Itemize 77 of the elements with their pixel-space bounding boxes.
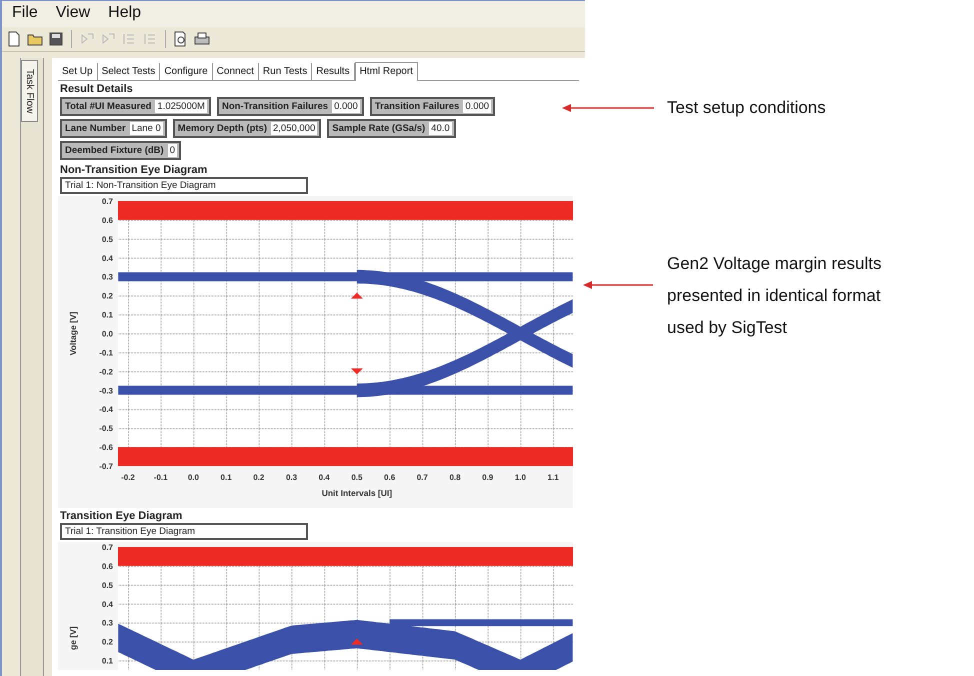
field-label: Lane Number (65, 123, 126, 134)
section-title: Transition Eye Diagram (60, 510, 182, 522)
axis-tick-label: 0.0 (188, 473, 199, 482)
field-value: 1.025000M (155, 100, 207, 113)
axis-tick-label: 0.7 (102, 543, 113, 552)
pointer-arrow (583, 280, 653, 290)
axis-tick-label: 1.0 (514, 473, 526, 482)
axis-tick-label: 0.3 (286, 473, 298, 482)
axis-tick-label: 0.3 (102, 272, 113, 282)
save-icon[interactable] (48, 31, 64, 47)
axis-tick-label: 0.8 (449, 473, 461, 482)
axis-tick-label: -0.1 (154, 473, 168, 482)
axis-tick-label: 0.5 (102, 234, 113, 244)
printer-icon[interactable] (194, 31, 210, 47)
axis-tick-label: 0.2 (102, 292, 113, 301)
menu-item[interactable]: View (56, 4, 90, 27)
triangle-marker (350, 638, 363, 645)
triangle-marker (350, 292, 363, 299)
field-label: Memory Depth (pts) (178, 123, 267, 134)
axis-tick-label: 0.4 (102, 600, 113, 609)
field-value: 0.000 (332, 100, 360, 113)
axis-tick-label: -0.1 (99, 348, 113, 358)
axis-tick-label: 0.6 (102, 562, 113, 571)
section-title: Non-Transition Eye Diagram (60, 164, 208, 176)
axis-tick-label: -0.7 (99, 462, 113, 472)
field-value: 2,050,000 (270, 122, 318, 135)
axis-tick-label: 0.5 (102, 580, 113, 590)
tab[interactable]: Configure (160, 63, 213, 80)
axis-tick-label: 0.4 (318, 473, 330, 482)
axis-tick-label: 0.6 (102, 216, 113, 225)
section-title: Result Details (60, 83, 133, 95)
menu-item[interactable]: File (12, 4, 38, 27)
trial-label: Trial 1: Transition Eye Diagram (60, 523, 308, 540)
axis-tick-label: 0.1 (102, 656, 113, 666)
tab[interactable]: Connect (212, 63, 259, 80)
field-label: Non-Transition Failures (222, 101, 328, 112)
axis-tick-label: 0.2 (102, 638, 113, 647)
axis-tick-label: -0.6 (99, 443, 113, 452)
new-file-icon[interactable] (6, 31, 22, 47)
axis-title: Unit Intervals [UI] (322, 488, 392, 498)
axis-tick-label: -0.4 (99, 405, 113, 414)
field-label: Deembed Fixture (dB) (65, 145, 164, 156)
field-label: Sample Rate (GSa/s) (332, 123, 426, 134)
tab[interactable]: Select Tests (98, 63, 160, 80)
axis-tick-label: 1.1 (548, 473, 559, 482)
field-label: Total #UI Measured (65, 101, 152, 112)
axis-tick-label: -0.2 (99, 367, 113, 376)
axis-title: Voltage [V] (68, 312, 78, 356)
field-value: Lane 0 (130, 122, 163, 135)
axis-tick-label: -0.5 (99, 424, 113, 434)
axis-tick-label: 0.5 (351, 473, 362, 482)
axis-title: ge [V] (68, 626, 78, 650)
tab[interactable]: Set Up (58, 63, 98, 80)
field-label: Transition Failures (374, 101, 460, 112)
axis-tick-label: 0.9 (482, 473, 494, 482)
field-value: 0.000 (463, 100, 492, 113)
axis-tick-label: 0.7 (416, 473, 428, 482)
axis-tick-label: 0.3 (102, 618, 113, 628)
tab[interactable]: Html Report (354, 62, 418, 81)
field-value: 0 (168, 144, 178, 157)
axis-tick-label: 0.0 (102, 330, 113, 338)
annotation-text: Test setup conditions (667, 97, 826, 119)
axis-tick-label: 0.2 (253, 473, 264, 482)
axis-tick-label: -0.2 (121, 473, 135, 482)
trial-label: Trial 1: Non-Transition Eye Diagram (60, 177, 308, 194)
axis-tick-label: 0.1 (102, 310, 113, 320)
side-tab[interactable]: Task Flow (21, 60, 38, 122)
axis-tick-label: 0.4 (102, 254, 113, 263)
tab[interactable]: Run Tests (258, 63, 312, 80)
axis-tick-label: 0.7 (102, 197, 113, 206)
field-value: 40.0 (429, 122, 452, 135)
menu-item[interactable]: Help (108, 4, 142, 27)
axis-tick-label: 0.6 (384, 473, 396, 482)
axis-tick-label: 0.1 (220, 473, 232, 482)
axis-tick-label: -0.3 (99, 386, 113, 396)
triangle-marker (350, 368, 363, 374)
annotation-text: Gen2 Voltage margin results presented in identical format used by SigTest (667, 253, 882, 339)
